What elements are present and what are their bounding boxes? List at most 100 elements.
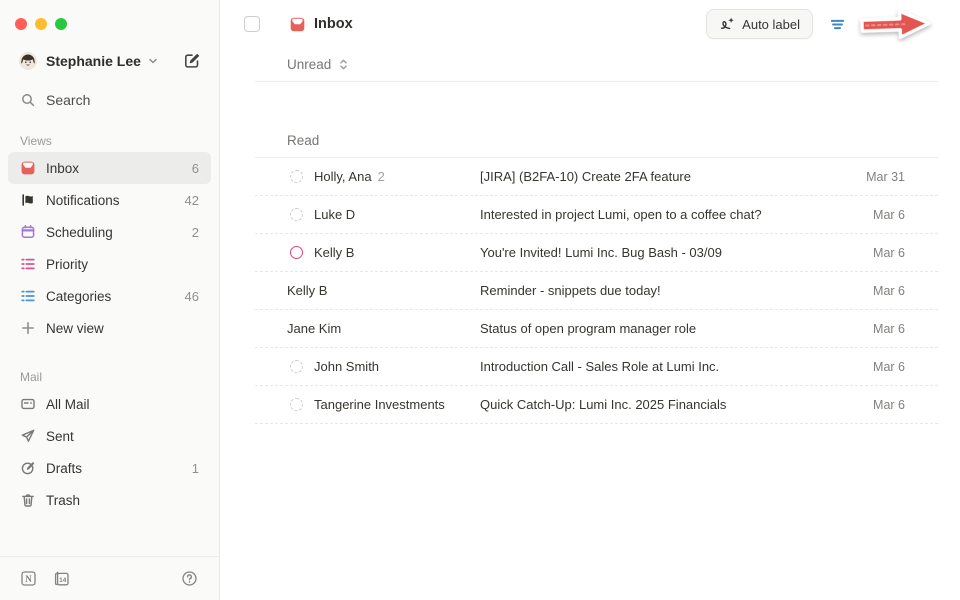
help-icon[interactable] [181, 570, 198, 587]
all-mail-icon [20, 396, 36, 412]
email-row[interactable]: John Smith Introduction Call - Sales Rol… [255, 348, 938, 386]
sidebar-item-label: Scheduling [46, 225, 113, 240]
email-subject: [JIRA] (B2FA-10) Create 2FA feature [480, 169, 866, 184]
priority-list-icon [20, 256, 36, 272]
sort-chevrons-icon [337, 58, 350, 71]
email-subject: You're Invited! Lumi Inc. Bug Bash - 03/… [480, 245, 873, 260]
sender-name: Kelly B [314, 245, 354, 260]
mail-list: All Mail Sent Drafts 1 [0, 388, 219, 516]
sidebar-item-count: 46 [185, 289, 199, 304]
email-row[interactable]: Luke D Interested in project Lumi, open … [255, 196, 938, 234]
unread-group-header[interactable]: Unread [255, 48, 938, 82]
auto-label-button[interactable]: Auto label [706, 9, 813, 39]
sidebar-item-new-view[interactable]: New view [8, 312, 211, 344]
filter-icon[interactable] [829, 16, 846, 33]
sidebar-item-count: 2 [192, 225, 199, 240]
zoom-window-button[interactable] [55, 18, 67, 30]
email-subject: Quick Catch-Up: Lumi Inc. 2025 Financial… [480, 397, 873, 412]
email-date: Mar 6 [873, 246, 905, 260]
contact-status-icon [290, 170, 303, 183]
sidebar: Stephanie Lee Search Views [0, 0, 220, 600]
notion-app-icon[interactable]: N [20, 570, 37, 587]
label-ring-icon [290, 246, 303, 259]
select-all-checkbox[interactable] [244, 16, 260, 32]
sidebar-item-sent[interactable]: Sent [8, 420, 211, 452]
notion-letter: N [25, 574, 32, 584]
email-subject: Introduction Call - Sales Role at Lumi I… [480, 359, 873, 374]
close-window-button[interactable] [15, 18, 27, 30]
contact-status-icon [290, 360, 303, 373]
compose-icon[interactable] [183, 52, 201, 70]
email-row[interactable]: Holly, Ana 2 [JIRA] (B2FA-10) Create 2FA… [255, 158, 938, 196]
read-group-header[interactable]: Read [255, 124, 938, 158]
sidebar-item-label: Sent [46, 429, 74, 444]
sender-cell: Jane Kim [287, 321, 480, 336]
sender-name: Luke D [314, 207, 355, 222]
display-settings-icon[interactable] [862, 16, 879, 33]
view-title-group: Inbox [289, 16, 353, 33]
email-date: Mar 6 [873, 284, 905, 298]
sender-name: Tangerine Investments [314, 397, 445, 412]
sidebar-item-categories[interactable]: Categories 46 [8, 280, 211, 312]
sidebar-item-label: Drafts [46, 461, 82, 476]
email-date: Mar 6 [873, 208, 905, 222]
email-row[interactable]: Tangerine Investments Quick Catch-Up: Lu… [255, 386, 938, 424]
sidebar-item-count: 42 [185, 193, 199, 208]
avatar [19, 52, 37, 70]
email-row[interactable]: Kelly B Reminder - snippets due today! M… [255, 272, 938, 310]
sender-cell: Tangerine Investments [287, 397, 480, 412]
sidebar-item-scheduling[interactable]: Scheduling 2 [8, 216, 211, 248]
sender-cell: Holly, Ana 2 [287, 169, 480, 184]
sidebar-item-trash[interactable]: Trash [8, 484, 211, 516]
refresh-icon[interactable] [895, 16, 912, 33]
sidebar-item-inbox[interactable]: Inbox 6 [8, 152, 211, 184]
sidebar-item-label: Trash [46, 493, 80, 508]
sender-cell: John Smith [287, 359, 480, 374]
email-row[interactable]: Jane Kim Status of open program manager … [255, 310, 938, 348]
contact-status-icon [290, 398, 303, 411]
sidebar-item-count: 6 [192, 161, 199, 176]
sidebar-item-label: New view [46, 321, 104, 336]
window-controls [0, 0, 219, 30]
chevron-down-icon [148, 56, 158, 66]
search-button[interactable]: Search [20, 92, 199, 108]
sidebar-item-all-mail[interactable]: All Mail [8, 388, 211, 420]
send-icon [20, 428, 36, 444]
main-header: Inbox Auto label [220, 0, 960, 48]
sidebar-footer: N 14 [0, 556, 219, 600]
email-row[interactable]: Kelly B You're Invited! Lumi Inc. Bug Ba… [255, 234, 938, 272]
sidebar-item-label: All Mail [46, 397, 90, 412]
email-subject: Status of open program manager role [480, 321, 873, 336]
sender-name: Holly, Ana [314, 169, 372, 184]
email-list: Unread Read Holly, Ana 2 [JIRA] (B2FA-10… [255, 48, 938, 424]
sidebar-item-label: Notifications [46, 193, 120, 208]
views-section-label: Views [20, 134, 219, 148]
header-toolbar: Auto label [706, 9, 912, 39]
read-group-label: Read [287, 133, 319, 148]
sender-name: Jane Kim [287, 321, 341, 336]
email-date: Mar 6 [873, 360, 905, 374]
mail-section-label: Mail [20, 370, 219, 384]
calendar-day: 14 [59, 577, 67, 584]
email-subject: Interested in project Lumi, open to a co… [480, 207, 873, 222]
sender-name: John Smith [314, 359, 379, 374]
categories-list-icon [20, 288, 36, 304]
plus-icon [20, 320, 36, 336]
views-list: Inbox 6 Notifications 42 Scheduling [0, 152, 219, 344]
user-name: Stephanie Lee [46, 53, 141, 69]
sidebar-item-notifications[interactable]: Notifications 42 [8, 184, 211, 216]
sidebar-item-drafts[interactable]: Drafts 1 [8, 452, 211, 484]
sidebar-item-count: 1 [192, 461, 199, 476]
calendar-app-icon[interactable]: 14 [53, 570, 70, 587]
minimize-window-button[interactable] [35, 18, 47, 30]
email-subject: Reminder - snippets due today! [480, 283, 873, 298]
sender-cell: Luke D [287, 207, 480, 222]
sender-cell: Kelly B [287, 283, 480, 298]
account-switcher[interactable]: Stephanie Lee [19, 52, 201, 70]
inbox-icon [20, 160, 36, 176]
sidebar-item-label: Categories [46, 289, 111, 304]
sidebar-item-priority[interactable]: Priority [8, 248, 211, 280]
notifications-icon [20, 192, 36, 208]
draft-icon [20, 460, 36, 476]
inbox-icon [289, 16, 306, 33]
